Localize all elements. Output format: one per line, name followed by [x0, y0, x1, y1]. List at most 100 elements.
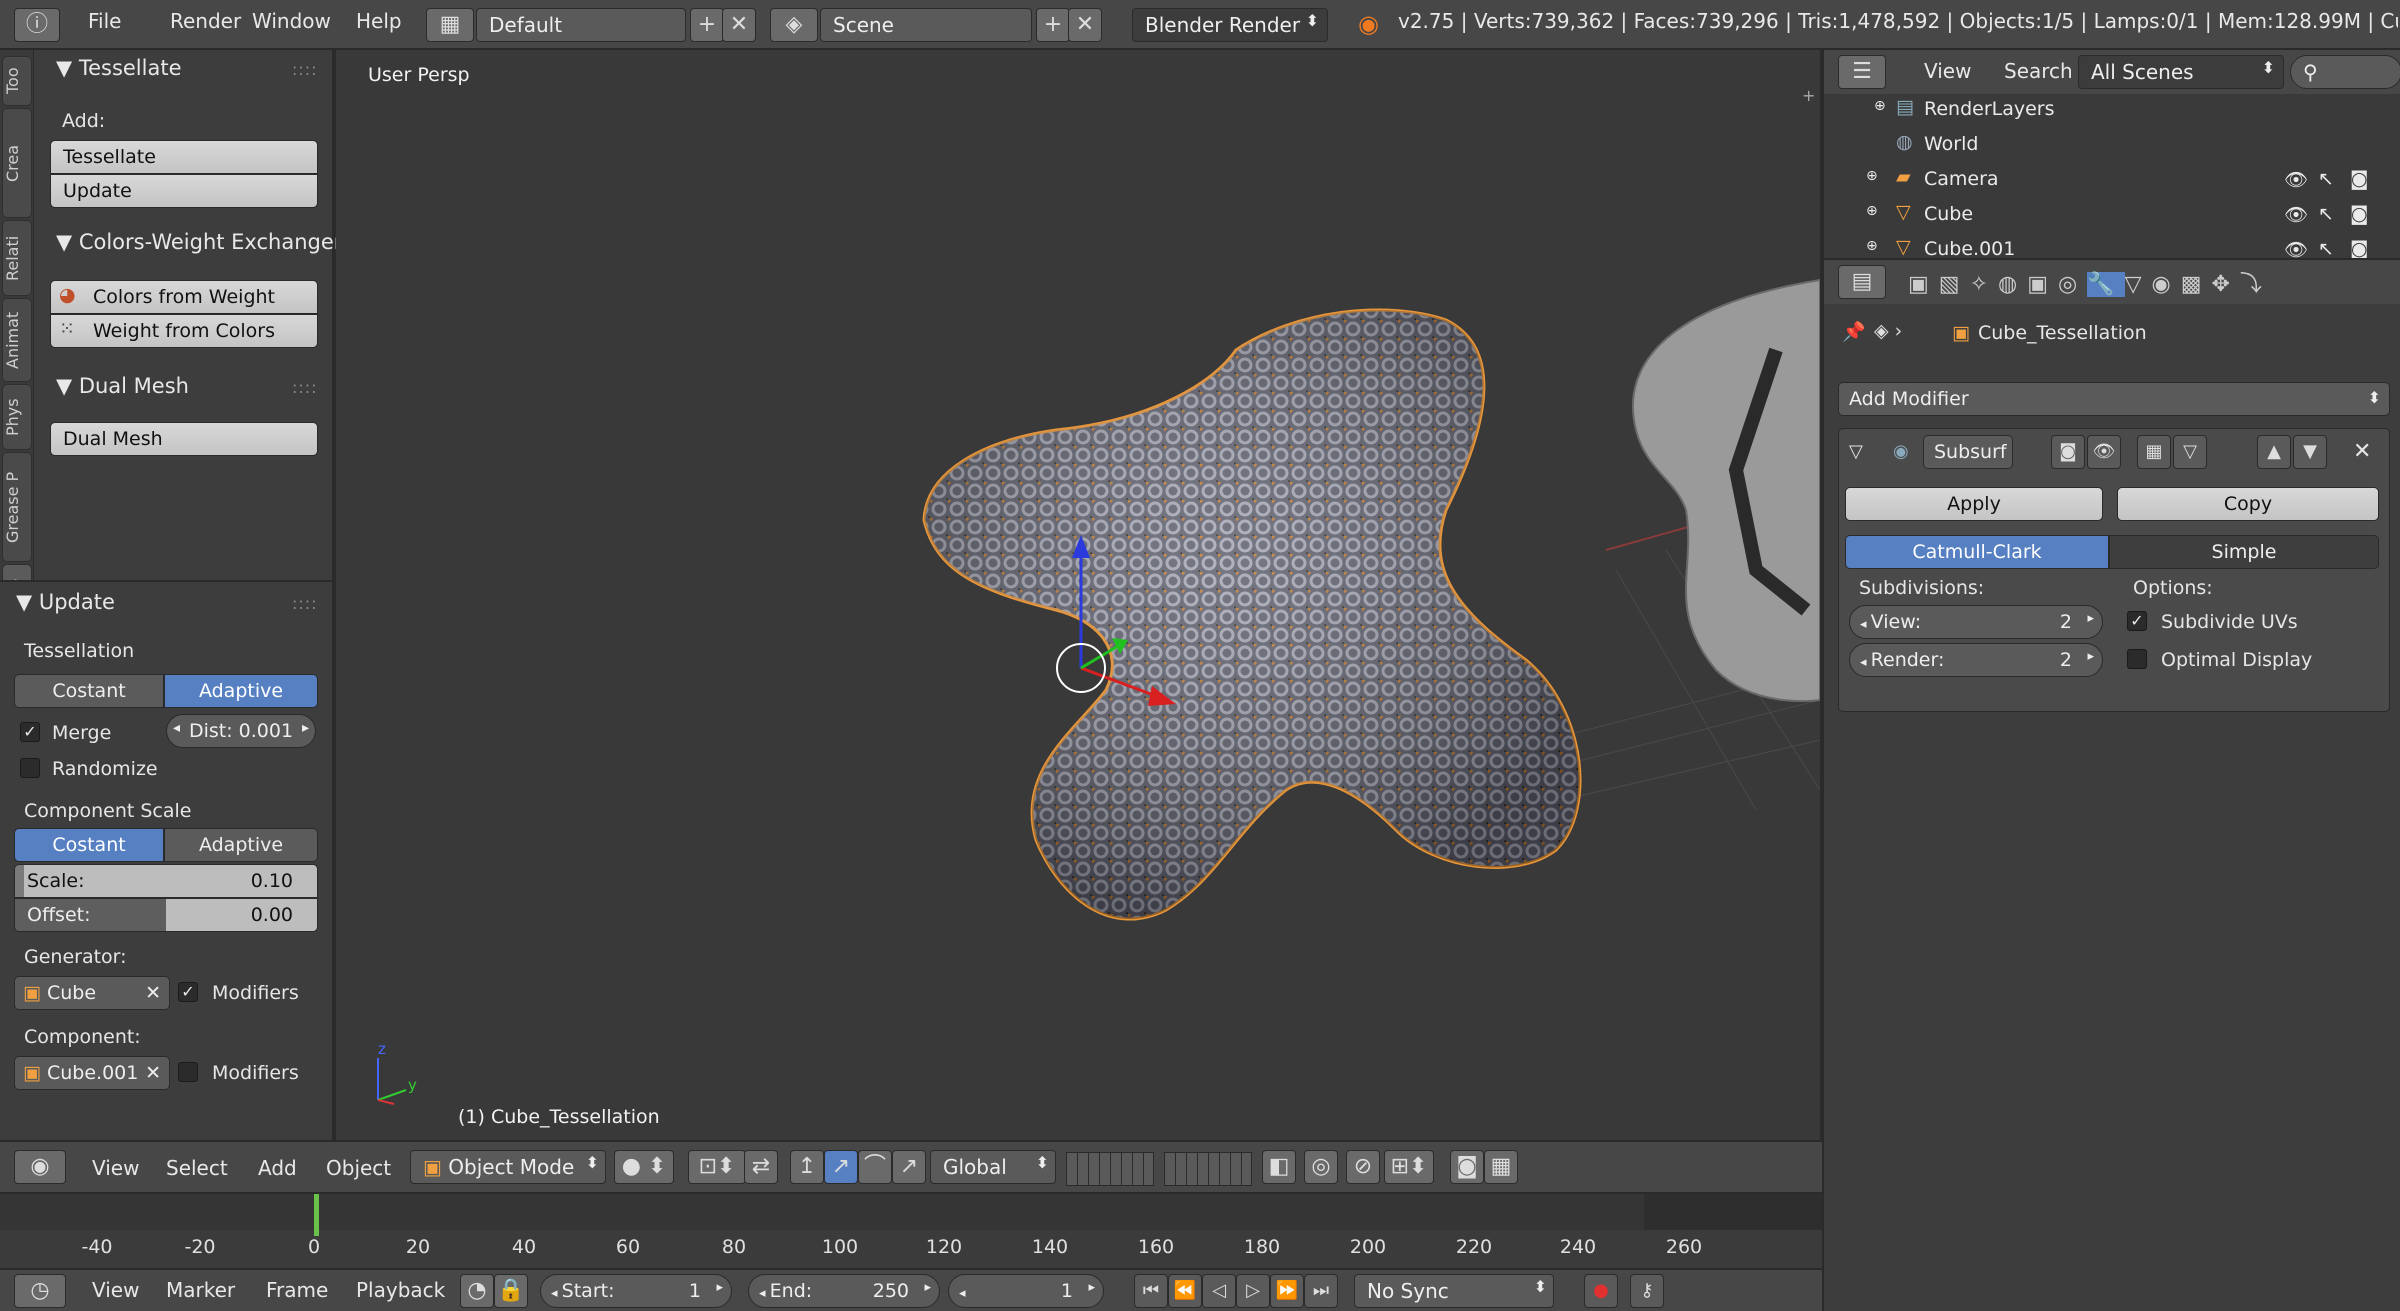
outliner-search-input[interactable]: ⚲: [2290, 55, 2400, 89]
outliner-item[interactable]: ⊕ ▤ RenderLayers: [1824, 92, 2400, 127]
arc-manipulator-icon[interactable]: ⌒: [858, 1150, 892, 1184]
scale-adaptive-toggle[interactable]: Adaptive: [164, 828, 318, 862]
add-modifier-select[interactable]: Add Modifier ⬍: [1838, 382, 2390, 416]
remove-scene-icon[interactable]: ✕: [1068, 8, 1102, 42]
clear-icon[interactable]: ✕: [145, 1062, 161, 1084]
colors-from-weight-button[interactable]: ◕ Colors from Weight: [50, 280, 318, 314]
layer-buttons-group-a[interactable]: [1066, 1152, 1154, 1186]
outliner-item[interactable]: ⊕ ▽ Cube 👁 ↖ ◙: [1824, 197, 2400, 232]
randomize-checkbox[interactable]: ✓: [20, 758, 40, 778]
current-frame-marker[interactable]: [314, 1194, 319, 1236]
render-preview-icon[interactable]: ◙: [1450, 1150, 1484, 1184]
record-icon[interactable]: ●: [1584, 1274, 1618, 1308]
tab-create[interactable]: Crea: [2, 108, 32, 218]
render-animation-icon[interactable]: ▦: [1484, 1150, 1518, 1184]
tessellate-panel-header[interactable]: ▼ Tessellate: [56, 56, 182, 80]
prev-keyframe-icon[interactable]: ⏪: [1168, 1274, 1202, 1308]
viewport-eye-icon[interactable]: 👁: [2087, 435, 2121, 469]
arrow-left-icon[interactable]: ◂: [1860, 617, 1871, 632]
generator-modifiers-checkbox[interactable]: ✓: [178, 982, 198, 1002]
move-down-icon[interactable]: ▼: [2293, 435, 2327, 469]
area-split-icon[interactable]: +: [1802, 86, 1815, 105]
current-frame-field[interactable]: ◂ 1 ▸: [948, 1274, 1104, 1308]
modifier-name-field[interactable]: Subsurf: [1923, 435, 2013, 469]
drag-handle-icon[interactable]: ::::: [292, 594, 318, 613]
render-levels-field[interactable]: ◂ Render: 2 ▸: [1849, 643, 2103, 677]
jump-start-icon[interactable]: ⏮: [1134, 1274, 1168, 1308]
scale-manipulator-icon[interactable]: ↗: [892, 1150, 926, 1184]
expand-icon[interactable]: ⊕: [1874, 98, 1886, 114]
dual-mesh-button[interactable]: Dual Mesh: [50, 422, 318, 456]
next-keyframe-icon[interactable]: ⏩: [1270, 1274, 1304, 1308]
play-icon[interactable]: ▷: [1236, 1274, 1270, 1308]
sync-select[interactable]: No Sync ⬍: [1354, 1274, 1554, 1308]
colors-weight-panel-header[interactable]: ▼ Colors-Weight Exchanger: [56, 230, 342, 254]
timeline-playback-menu[interactable]: Playback: [356, 1278, 445, 1302]
pin-icon[interactable]: 📌: [1842, 320, 1866, 343]
menu-file[interactable]: File: [88, 9, 121, 33]
update-button[interactable]: Update: [50, 174, 318, 208]
weight-from-colors-button[interactable]: ⁙ Weight from Colors: [50, 314, 318, 348]
shading-select-icon[interactable]: ● ⬍: [614, 1150, 674, 1184]
render-toggle-icon[interactable]: ◙: [2051, 435, 2085, 469]
info-editor-type-icon[interactable]: ⓘ: [14, 8, 60, 42]
cursor-select-icon[interactable]: ↖: [2318, 238, 2334, 258]
dist-field[interactable]: ◂ Dist: 0.001 ▸: [166, 714, 316, 748]
menu-help[interactable]: Help: [356, 9, 402, 33]
component-modifiers-checkbox[interactable]: ✓: [178, 1062, 198, 1082]
menu-window[interactable]: Window: [252, 9, 331, 33]
menu-view[interactable]: View: [92, 1156, 139, 1180]
render-camera-icon[interactable]: ◙: [2350, 168, 2368, 190]
catmull-clark-toggle[interactable]: Catmull-Clark: [1845, 535, 2109, 569]
subdivide-uvs-checkbox[interactable]: ✓: [2127, 611, 2147, 631]
dual-mesh-panel-header[interactable]: ▼ Dual Mesh: [56, 374, 189, 398]
offset-slider[interactable]: Offset: 0.00: [14, 898, 318, 932]
outliner-item[interactable]: ⊕ ▰ Camera 👁 ↖ ◙: [1824, 162, 2400, 197]
arrow-left-icon[interactable]: ◂: [759, 1286, 770, 1301]
tab-physics[interactable]: Phys: [2, 384, 32, 450]
eye-icon[interactable]: 👁: [2284, 168, 2308, 191]
proportional-edit-icon[interactable]: ◎: [1304, 1150, 1338, 1184]
translate-manipulator-icon[interactable]: ↥: [790, 1150, 824, 1184]
properties-editor-icon[interactable]: ▤: [1838, 265, 1886, 299]
3d-view-editor-icon[interactable]: ◉: [14, 1150, 66, 1184]
scene-field[interactable]: Scene: [820, 8, 1032, 42]
expand-icon[interactable]: ⊕: [1866, 203, 1878, 219]
menu-render[interactable]: Render: [170, 9, 241, 33]
jump-end-icon[interactable]: ⏭: [1304, 1274, 1338, 1308]
timeline-editor-icon[interactable]: ◷: [14, 1274, 66, 1308]
snap-element-icon[interactable]: ⊞⬍: [1384, 1150, 1434, 1184]
arrow-left-icon[interactable]: ◂: [1860, 655, 1871, 670]
tessellation-costant-toggle[interactable]: Costant: [14, 674, 164, 708]
cursor-select-icon[interactable]: ↖: [2318, 168, 2334, 190]
drag-handle-icon[interactable]: ::::: [292, 378, 318, 397]
play-reverse-icon[interactable]: ◁: [1202, 1274, 1236, 1308]
cage-triangle-icon[interactable]: ▽: [2173, 435, 2207, 469]
keying-set-icon[interactable]: ◔: [460, 1274, 494, 1308]
manipulator-toggle-icon[interactable]: ⇄: [744, 1150, 778, 1184]
outliner-view-menu[interactable]: View: [1924, 59, 1971, 83]
arrow-right-icon[interactable]: ▸: [924, 1280, 931, 1295]
component-object-field[interactable]: ▣ Cube.001 ✕: [14, 1056, 170, 1090]
start-frame-field[interactable]: ◂ Start: 1 ▸: [540, 1274, 732, 1308]
scale-slider[interactable]: Scale: 0.10: [14, 864, 318, 898]
render-camera-icon[interactable]: ◙: [2350, 238, 2368, 258]
apply-button[interactable]: Apply: [1845, 487, 2103, 521]
remove-modifier-icon[interactable]: ✕: [2353, 439, 2371, 464]
drag-handle-icon[interactable]: ::::: [292, 60, 318, 79]
screen-layout-field[interactable]: Default: [476, 8, 686, 42]
arrow-left-icon[interactable]: ◂: [173, 720, 180, 736]
arrow-right-icon[interactable]: ▸: [2087, 611, 2094, 626]
tessellation-adaptive-toggle[interactable]: Adaptive: [164, 674, 318, 708]
monkey-object[interactable]: [1631, 278, 1820, 703]
scene-icon[interactable]: ◈: [770, 8, 818, 42]
modifier-wrench-icon[interactable]: 🔧: [2087, 272, 2125, 297]
tab-relations[interactable]: Relati: [2, 220, 32, 296]
arrow-right-icon[interactable]: ▸: [2087, 649, 2094, 664]
transform-orientation-select[interactable]: Global ⬍: [930, 1150, 1056, 1184]
arrow-left-icon[interactable]: ◂: [959, 1286, 966, 1301]
keyframe-type-icon[interactable]: ⚷: [1630, 1274, 1664, 1308]
layer-buttons-group-b[interactable]: [1164, 1152, 1252, 1186]
move-up-icon[interactable]: ▲: [2257, 435, 2291, 469]
generator-object-field[interactable]: ▣ Cube ✕: [14, 976, 170, 1010]
